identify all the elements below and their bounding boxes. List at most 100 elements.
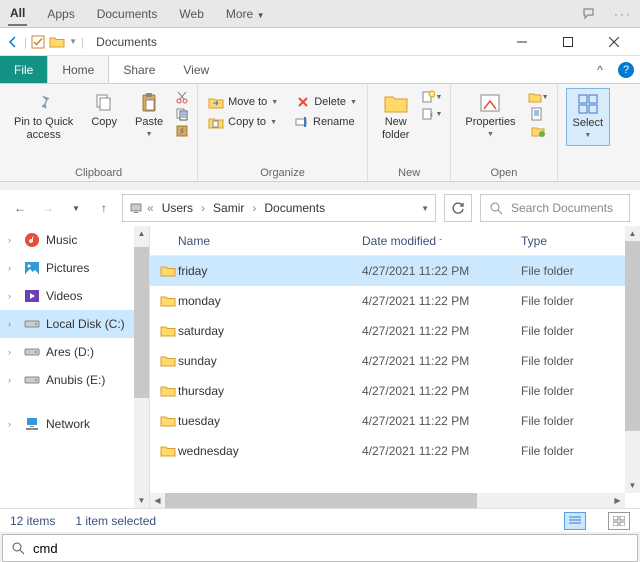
close-button[interactable] xyxy=(594,28,634,56)
edit-icon[interactable] xyxy=(528,107,549,121)
folder-icon xyxy=(160,354,178,368)
ribbon: Pin to Quick access Copy Paste ▼ Clipboa… xyxy=(0,84,640,182)
sys-tab-documents[interactable]: Documents xyxy=(95,3,160,25)
file-row[interactable]: tuesday4/27/2021 11:22 PMFile folder xyxy=(150,406,640,436)
crumb-sep-1[interactable]: › xyxy=(199,201,207,215)
qat-separator-2: | xyxy=(81,35,84,49)
sys-tab-web[interactable]: Web xyxy=(177,3,205,25)
qat-back-icon[interactable] xyxy=(6,35,20,49)
chevron-right-icon[interactable]: › xyxy=(8,319,18,329)
new-item-icon[interactable]: ▼ xyxy=(421,90,442,104)
sidebar-item-network[interactable]: › Network xyxy=(0,410,149,438)
crumb-0[interactable]: Users xyxy=(158,201,197,215)
thumbnail-view-button[interactable] xyxy=(608,512,630,530)
file-type: File folder xyxy=(521,414,640,428)
sys-tab-apps[interactable]: Apps xyxy=(45,3,76,25)
crumb-sep-2[interactable]: › xyxy=(250,201,258,215)
history-icon[interactable] xyxy=(528,124,549,138)
breadcrumb-dropdown-icon[interactable]: ▼ xyxy=(421,204,429,213)
nav-recent-dropdown[interactable]: ▼ xyxy=(66,198,86,218)
file-row[interactable]: friday4/27/2021 11:22 PMFile folder xyxy=(150,256,640,286)
crumb-sep-0: « xyxy=(145,201,156,215)
chevron-right-icon[interactable]: › xyxy=(8,291,18,301)
file-area: Name Date modified ˇ Type friday4/27/202… xyxy=(150,226,640,508)
breadcrumb[interactable]: « Users › Samir › Documents ▼ xyxy=(122,194,436,222)
new-folder-button[interactable]: New folder xyxy=(376,88,416,146)
chevron-right-icon[interactable]: › xyxy=(8,419,18,429)
collapse-ribbon-button[interactable]: ^ xyxy=(588,56,612,83)
minimize-button[interactable] xyxy=(502,28,542,56)
qat-folder-icon[interactable] xyxy=(49,35,65,49)
scroll-down-icon[interactable]: ▼ xyxy=(134,493,149,508)
file-row[interactable]: monday4/27/2021 11:22 PMFile folder xyxy=(150,286,640,316)
sidebar-item-videos[interactable]: ›Videos xyxy=(0,282,149,310)
sidebar-item-local-disk-c-[interactable]: ›Local Disk (C:) xyxy=(0,310,149,338)
file-h-scrollbar[interactable]: ◀ ▶ xyxy=(150,493,625,508)
rename-button[interactable]: Rename xyxy=(293,114,357,130)
sidebar-item-label: Network xyxy=(46,417,90,431)
cmd-input[interactable] xyxy=(33,541,629,556)
group-clipboard: Pin to Quick access Copy Paste ▼ Clipboa… xyxy=(0,84,198,181)
nav-back-button[interactable]: ← xyxy=(10,198,30,218)
tab-view[interactable]: View xyxy=(169,56,223,83)
file-row[interactable]: thursday4/27/2021 11:22 PMFile folder xyxy=(150,376,640,406)
file-name: thursday xyxy=(178,384,362,398)
copy-to-button[interactable]: Copy to▼ xyxy=(206,114,279,130)
nav-up-button[interactable]: ↑ xyxy=(94,198,114,218)
move-to-button[interactable]: Move to▼ xyxy=(206,94,280,110)
sidebar-item-label: Music xyxy=(46,233,77,247)
tab-share[interactable]: Share xyxy=(109,56,169,83)
cmd-bar[interactable] xyxy=(2,534,638,562)
select-button[interactable]: Select ▼ xyxy=(566,88,611,146)
easy-access-icon[interactable]: ▼ xyxy=(421,107,442,121)
tab-file[interactable]: File xyxy=(0,56,47,83)
column-header-type[interactable]: Type xyxy=(521,234,640,248)
sidebar-item-ares-d-[interactable]: › Ares (D:) xyxy=(0,338,149,366)
tab-home[interactable]: Home xyxy=(47,56,109,83)
paste-shortcut-icon[interactable] xyxy=(175,124,189,138)
maximize-button[interactable] xyxy=(548,28,588,56)
column-header-date[interactable]: Date modified ˇ xyxy=(362,234,521,248)
more-options-icon[interactable]: ··· xyxy=(614,7,632,21)
feedback-icon[interactable] xyxy=(582,7,596,21)
cut-icon[interactable] xyxy=(175,90,189,104)
sys-tab-all[interactable]: All xyxy=(8,2,27,26)
file-row[interactable]: wednesday4/27/2021 11:22 PMFile folder xyxy=(150,436,640,466)
qat-dropdown-icon[interactable]: ▼ xyxy=(69,37,77,46)
chevron-right-icon[interactable]: › xyxy=(8,235,18,245)
chevron-right-icon[interactable]: › xyxy=(8,375,18,385)
sidebar-scrollbar[interactable]: ▲ ▼ xyxy=(134,226,149,508)
file-name: sunday xyxy=(178,354,362,368)
nav-forward-button[interactable]: → xyxy=(38,198,58,218)
scroll-up-icon[interactable]: ▲ xyxy=(134,226,149,241)
copy-to-icon xyxy=(208,115,224,129)
paste-button[interactable]: Paste ▼ xyxy=(129,88,169,144)
crumb-1[interactable]: Samir xyxy=(209,201,248,215)
sidebar-item-label: Anubis (E:) xyxy=(46,373,105,387)
pin-to-quick-button[interactable]: Pin to Quick access xyxy=(8,88,79,146)
sidebar-item-label: Ares (D:) xyxy=(46,345,94,359)
file-row[interactable]: sunday4/27/2021 11:22 PMFile folder xyxy=(150,346,640,376)
sidebar-item-anubis-e-[interactable]: › Anubis (E:) xyxy=(0,366,149,394)
delete-button[interactable]: Delete▼ xyxy=(294,94,359,110)
column-header-name[interactable]: Name xyxy=(178,234,362,248)
qat-check-icon[interactable] xyxy=(31,35,45,49)
chevron-right-icon[interactable]: › xyxy=(8,263,18,273)
sys-tab-more[interactable]: More ▼ xyxy=(224,3,267,25)
file-v-scrollbar[interactable]: ▲ ▼ xyxy=(625,226,640,493)
chevron-right-icon[interactable]: › xyxy=(8,347,18,357)
details-view-button[interactable] xyxy=(564,512,586,530)
ribbon-tab-bar: File Home Share View ^ ? xyxy=(0,56,640,84)
refresh-button[interactable] xyxy=(444,194,472,222)
search-box[interactable]: Search Documents xyxy=(480,194,630,222)
file-row[interactable]: saturday4/27/2021 11:22 PMFile folder xyxy=(150,316,640,346)
sidebar-item-music[interactable]: › Music xyxy=(0,226,149,254)
sidebar-item-pictures[interactable]: ›Pictures xyxy=(0,254,149,282)
help-button[interactable]: ? xyxy=(618,62,634,78)
properties-button[interactable]: Properties ▼ xyxy=(459,88,521,144)
copy-button[interactable]: Copy xyxy=(85,88,123,133)
copy-path-icon[interactable] xyxy=(175,107,189,121)
file-date: 4/27/2021 11:22 PM xyxy=(362,264,521,278)
crumb-2[interactable]: Documents xyxy=(260,201,329,215)
open-icon[interactable]: ▼ xyxy=(528,90,549,104)
